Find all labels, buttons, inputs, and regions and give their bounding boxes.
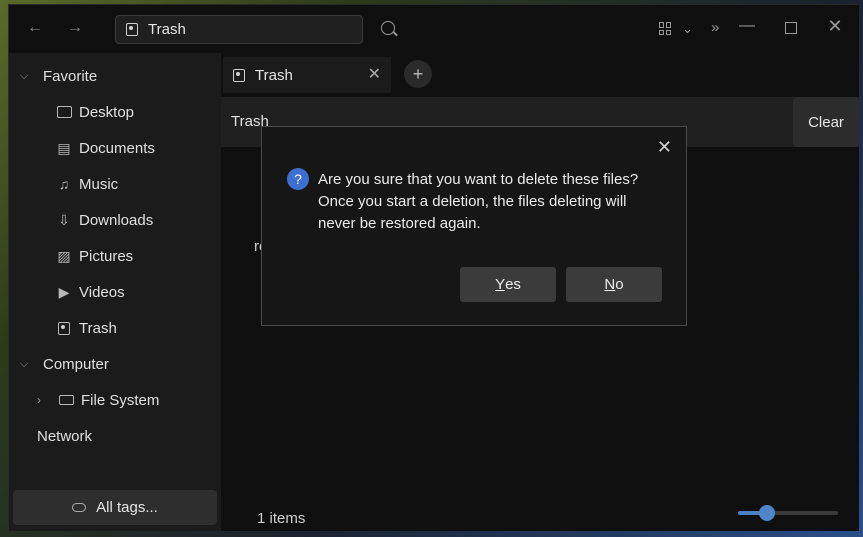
maximize-icon[interactable] — [785, 22, 797, 34]
zoom-slider-handle[interactable] — [759, 505, 775, 521]
forward-arrow-icon[interactable]: → — [63, 15, 87, 41]
sidebar-item-label: Trash — [79, 319, 117, 337]
trash-icon — [126, 23, 138, 36]
video-icon: ▶ — [58, 283, 70, 300]
status-count: 1 items — [257, 510, 306, 527]
sidebar-item-downloads[interactable]: ⇩ Downloads — [55, 205, 153, 235]
zoom-slider[interactable] — [738, 505, 838, 521]
double-chevron-right-icon[interactable]: » — [711, 19, 719, 36]
grid-view-icon[interactable] — [659, 22, 672, 35]
sidebar: ⌵ Favorite Desktop ▤ Documents ♫ Music ⇩… — [9, 53, 221, 531]
sidebar-item-pictures[interactable]: ▨ Pictures — [55, 241, 133, 271]
no-button[interactable]: No — [566, 267, 662, 302]
close-tab-icon[interactable]: ✕ — [368, 64, 381, 84]
desktop-icon — [55, 104, 73, 120]
document-icon: ▤ — [57, 139, 71, 156]
close-dialog-icon[interactable]: ✕ — [657, 137, 672, 158]
address-bar[interactable]: Trash — [115, 15, 363, 44]
no-mnemonic: N — [604, 276, 616, 293]
delete-confirm-dialog: ✕ ? Are you sure that you want to delete… — [261, 126, 687, 326]
yes-mnemonic: Y — [495, 276, 506, 293]
picture-icon: ▨ — [57, 247, 71, 264]
sidebar-item-videos[interactable]: ▶ Videos — [55, 277, 125, 307]
sidebar-item-label: File System — [81, 391, 160, 409]
download-icon: ⇩ — [58, 211, 70, 228]
all-tags-button[interactable]: All tags... — [13, 490, 217, 525]
sidebar-item-trash[interactable]: Trash — [55, 313, 117, 343]
question-icon: ? — [287, 168, 309, 190]
add-tab-button[interactable]: + — [404, 60, 432, 88]
sidebar-group-favorite[interactable]: ⌵ Favorite — [17, 61, 97, 91]
sidebar-item-file-system[interactable]: › File System — [37, 385, 159, 415]
music-note-icon: ♫ — [58, 176, 70, 192]
sidebar-item-network[interactable]: Network — [37, 421, 92, 451]
sidebar-item-label: Pictures — [79, 247, 134, 265]
yes-button[interactable]: Yes — [460, 267, 556, 302]
tab-label: Trash — [255, 66, 293, 84]
search-icon[interactable] — [381, 21, 395, 35]
no-label-rest: o — [615, 276, 624, 293]
hard-drive-icon — [57, 392, 75, 408]
address-text: Trash — [148, 21, 186, 38]
clear-button[interactable]: Clear — [793, 97, 859, 147]
sidebar-item-label: Downloads — [79, 211, 154, 229]
sidebar-item-documents[interactable]: ▤ Documents — [55, 133, 155, 163]
sidebar-item-label: Videos — [79, 283, 125, 301]
tag-icon — [72, 503, 87, 512]
sidebar-item-label: Desktop — [79, 103, 135, 121]
dialog-message: Are you sure that you want to delete the… — [318, 171, 639, 232]
sidebar-item-label: Music — [79, 175, 119, 193]
chevron-down-icon[interactable]: ⌄ — [682, 21, 693, 37]
sidebar-group-computer[interactable]: ⌵ Computer — [17, 349, 109, 379]
chevron-right-icon[interactable]: › — [37, 393, 51, 407]
chevron-down-icon: ⌵ — [19, 357, 29, 370]
chevron-down-icon: ⌵ — [19, 69, 29, 82]
sidebar-item-desktop[interactable]: Desktop — [55, 97, 134, 127]
tab-trash[interactable]: Trash ✕ — [223, 57, 391, 93]
back-arrow-icon[interactable]: ← — [23, 15, 47, 41]
close-window-icon[interactable]: ✕ — [825, 16, 845, 37]
trash-icon — [233, 68, 245, 82]
trash-icon — [55, 320, 73, 336]
sidebar-group-label: Favorite — [43, 67, 98, 85]
yes-label-rest: es — [505, 276, 521, 293]
sidebar-item-music[interactable]: ♫ Music — [55, 169, 118, 199]
toolbar: ← → Trash ⌄ » — ✕ — [9, 5, 859, 53]
sidebar-item-label: Network — [37, 427, 93, 445]
sidebar-group-label: Computer — [43, 355, 109, 373]
all-tags-label: All tags... — [96, 499, 158, 516]
sidebar-item-label: Documents — [79, 139, 155, 157]
minimize-icon[interactable]: — — [737, 17, 757, 35]
